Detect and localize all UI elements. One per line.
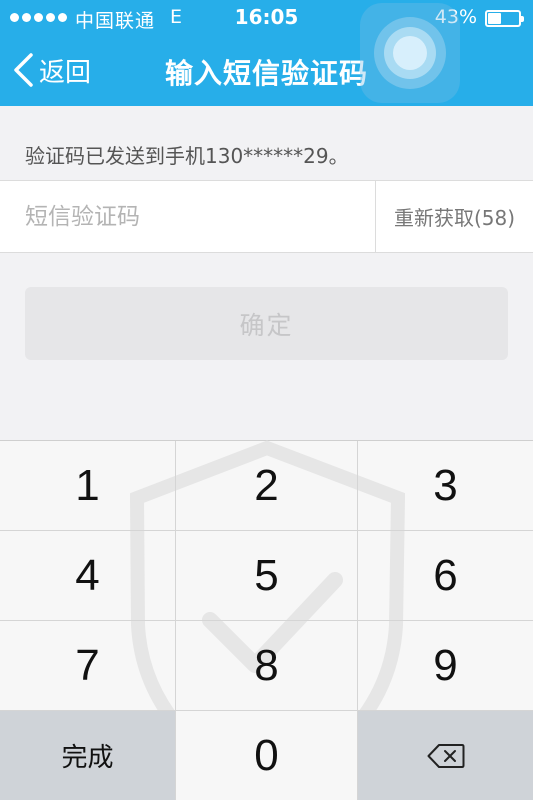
code-input-row: 重新获取(58) bbox=[0, 180, 533, 253]
battery-level bbox=[488, 13, 501, 24]
key-0[interactable]: 0 bbox=[176, 711, 358, 800]
sms-code-input[interactable] bbox=[0, 181, 375, 252]
code-sent-message: 验证码已发送到手机130******29。 bbox=[25, 144, 349, 168]
done-key[interactable]: 完成 bbox=[0, 711, 176, 800]
delete-key[interactable] bbox=[358, 711, 533, 800]
assistive-touch-ring bbox=[374, 17, 446, 89]
header: 中国联通 E 16:05 43% 返回 输入短信验证码 bbox=[0, 0, 533, 106]
key-5[interactable]: 5 bbox=[176, 531, 358, 621]
assistive-touch-button[interactable] bbox=[360, 3, 460, 103]
key-6[interactable]: 6 bbox=[358, 531, 533, 621]
battery-icon bbox=[485, 10, 524, 27]
key-4[interactable]: 4 bbox=[0, 531, 176, 621]
assistive-touch-core bbox=[393, 36, 427, 70]
key-3[interactable]: 3 bbox=[358, 441, 533, 531]
key-9[interactable]: 9 bbox=[358, 621, 533, 711]
key-2[interactable]: 2 bbox=[176, 441, 358, 531]
resend-code-button[interactable]: 重新获取(58) bbox=[375, 181, 533, 252]
confirm-button[interactable]: 确定 bbox=[25, 287, 508, 360]
key-7[interactable]: 7 bbox=[0, 621, 176, 711]
backspace-icon bbox=[427, 743, 464, 768]
key-1[interactable]: 1 bbox=[0, 441, 176, 531]
assistive-touch-ring-inner bbox=[384, 27, 436, 79]
key-8[interactable]: 8 bbox=[176, 621, 358, 711]
